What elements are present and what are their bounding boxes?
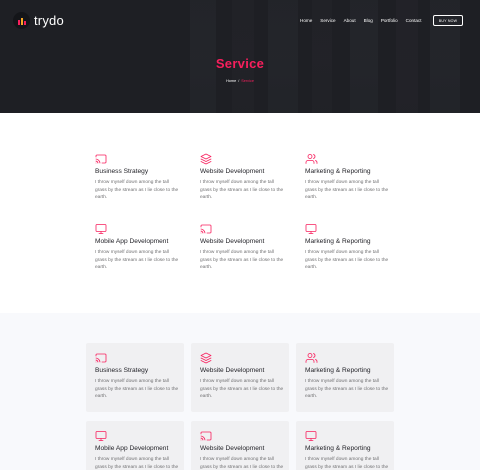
monitor-icon bbox=[95, 429, 107, 441]
cast-icon bbox=[200, 222, 212, 234]
monitor-icon bbox=[305, 222, 317, 234]
service-title: Marketing & Reporting bbox=[305, 445, 371, 452]
buy-now-button[interactable]: BUY NOW bbox=[433, 15, 463, 26]
service-title: Website Development bbox=[200, 238, 265, 245]
logo[interactable]: trydo bbox=[13, 12, 64, 29]
service-title: Website Development bbox=[200, 168, 265, 175]
service-title: Website Development bbox=[200, 367, 265, 374]
service-description: I throw myself down among the tall grass… bbox=[200, 457, 284, 470]
service-card[interactable]: Website Development I throw myself down … bbox=[191, 343, 289, 412]
service-title: Business Strategy bbox=[95, 367, 149, 374]
monitor-icon bbox=[305, 429, 317, 441]
service-description: I throw myself down among the tall grass… bbox=[200, 180, 284, 201]
service-description: I throw myself down among the tall grass… bbox=[305, 379, 389, 400]
service-title: Business Strategy bbox=[95, 168, 149, 175]
cast-icon bbox=[95, 351, 107, 363]
breadcrumb-separator: / bbox=[238, 79, 240, 83]
layers-icon bbox=[200, 152, 212, 165]
monitor-icon bbox=[95, 222, 107, 234]
service-card[interactable]: Mobile App Development I throw myself do… bbox=[86, 421, 184, 470]
nav-home[interactable]: Home bbox=[300, 18, 312, 23]
layers-icon bbox=[200, 351, 212, 364]
service-description: I throw myself down among the tall grass… bbox=[95, 180, 179, 201]
service-card[interactable]: Website Development I throw myself down … bbox=[191, 421, 289, 470]
users-icon bbox=[305, 152, 318, 164]
service-description: I throw myself down among the tall grass… bbox=[305, 250, 389, 271]
cast-icon bbox=[95, 152, 107, 164]
nav-service[interactable]: Service bbox=[320, 18, 335, 23]
nav-portfolio[interactable]: Portfolio bbox=[381, 18, 398, 23]
service-description: I throw myself down among the tall grass… bbox=[305, 180, 389, 201]
logo-mark-icon bbox=[13, 12, 30, 29]
service-title: Mobile App Development bbox=[95, 445, 169, 452]
service-description: I throw myself down among the tall grass… bbox=[200, 250, 284, 271]
service-card[interactable]: Marketing & Reporting I throw myself dow… bbox=[296, 421, 394, 470]
service-title: Marketing & Reporting bbox=[305, 367, 371, 374]
services-box-section: Business Strategy I throw myself down am… bbox=[0, 313, 480, 470]
service-description: I throw myself down among the tall grass… bbox=[305, 457, 389, 470]
logo-text: trydo bbox=[34, 13, 64, 28]
hero-banner: trydo Home Service About Blog Portfolio … bbox=[0, 0, 480, 113]
service-description: I throw myself down among the tall grass… bbox=[95, 250, 179, 271]
main-nav: Home Service About Blog Portfolio Contac… bbox=[300, 18, 422, 23]
breadcrumb: Home / Service bbox=[0, 79, 480, 83]
service-description: I throw myself down among the tall grass… bbox=[200, 379, 284, 400]
services-section: Business Strategy I throw myself down am… bbox=[0, 113, 480, 313]
service-card[interactable]: Business Strategy I throw myself down am… bbox=[86, 343, 184, 412]
service-description: I throw myself down among the tall grass… bbox=[95, 457, 179, 470]
nav-about[interactable]: About bbox=[344, 18, 356, 23]
breadcrumb-home-link[interactable]: Home bbox=[226, 79, 236, 83]
breadcrumb-current: Service bbox=[241, 79, 254, 83]
users-icon bbox=[305, 351, 318, 363]
nav-contact[interactable]: Contact bbox=[406, 18, 422, 23]
service-card[interactable]: Marketing & Reporting I throw myself dow… bbox=[296, 343, 394, 412]
service-title: Marketing & Reporting bbox=[305, 168, 371, 175]
nav-blog[interactable]: Blog bbox=[364, 18, 373, 23]
service-title: Website Development bbox=[200, 445, 265, 452]
cast-icon bbox=[200, 429, 212, 441]
service-title: Mobile App Development bbox=[95, 238, 169, 245]
service-description: I throw myself down among the tall grass… bbox=[95, 379, 179, 400]
page-title: Service bbox=[215, 56, 265, 71]
service-title: Marketing & Reporting bbox=[305, 238, 371, 245]
